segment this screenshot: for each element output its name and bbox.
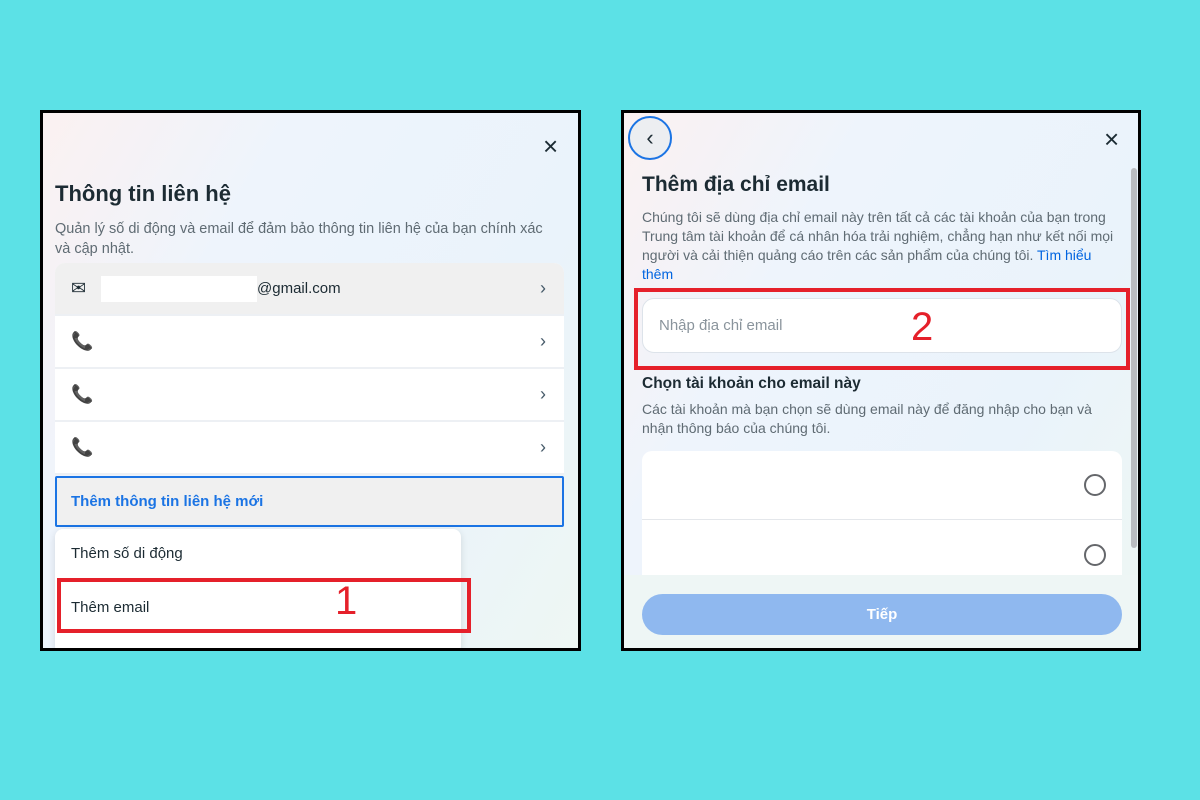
redacted [101,275,257,302]
add-new-contact-button[interactable]: Thêm thông tin liên hệ mới [55,476,564,527]
chevron-left-icon: ‹ [646,125,654,150]
close-icon[interactable]: × [1104,126,1119,152]
footer: Tiếp [624,575,1138,648]
close-icon[interactable]: × [543,133,558,159]
phone-icon: 📞 [71,331,94,351]
account-row[interactable] [642,521,1122,581]
account-row[interactable] [642,451,1122,520]
accounts-description: Các tài khoản mà bạn chọn sẽ dùng email … [642,401,1092,436]
add-email-dialog: ‹ × Thêm địa chỉ email Chúng tôi sẽ dùng… [621,110,1141,651]
contact-row-email[interactable]: ✉ @gmail.com › [55,263,564,316]
contact-row-phone[interactable]: 📞 › [55,422,564,475]
radio-button[interactable] [1084,544,1106,566]
chevron-right-icon: › [540,437,546,457]
accounts-heading: Chọn tài khoản cho email này [642,375,861,392]
phone-icon: 📞 [71,437,94,457]
step-number: 1 [335,579,358,623]
step-number: 2 [911,305,934,349]
page-title: Thêm địa chỉ email [642,173,830,196]
contact-row-phone[interactable]: 📞 › [55,369,564,422]
menu-item-add-phone[interactable]: Thêm số di động [71,545,183,562]
next-button[interactable]: Tiếp [642,594,1122,635]
page-title: Thông tin liên hệ [55,181,231,206]
scrollbar[interactable] [1131,168,1137,548]
chevron-right-icon: › [540,278,546,298]
chevron-right-icon: › [540,331,546,351]
account-list [642,451,1122,581]
radio-button[interactable] [1084,474,1106,496]
contact-info-dialog: × Thông tin liên hệ Quản lý số di động v… [40,110,581,651]
back-button[interactable]: ‹ [628,116,672,160]
phone-icon: 📞 [71,384,94,404]
description: Quản lý số di động và email để đảm bảo t… [55,221,543,257]
contact-list: ✉ @gmail.com › 📞 › 📞 › 📞 › [55,263,564,475]
contact-row-phone[interactable]: 📞 › [55,316,564,369]
highlight-box [634,288,1130,370]
chevron-right-icon: › [540,384,546,404]
mail-icon: ✉ [71,278,87,298]
highlight-box [57,578,471,633]
email-value: @gmail.com [257,280,341,297]
description: Chúng tôi sẽ dùng địa chỉ email này trên… [642,208,1122,284]
